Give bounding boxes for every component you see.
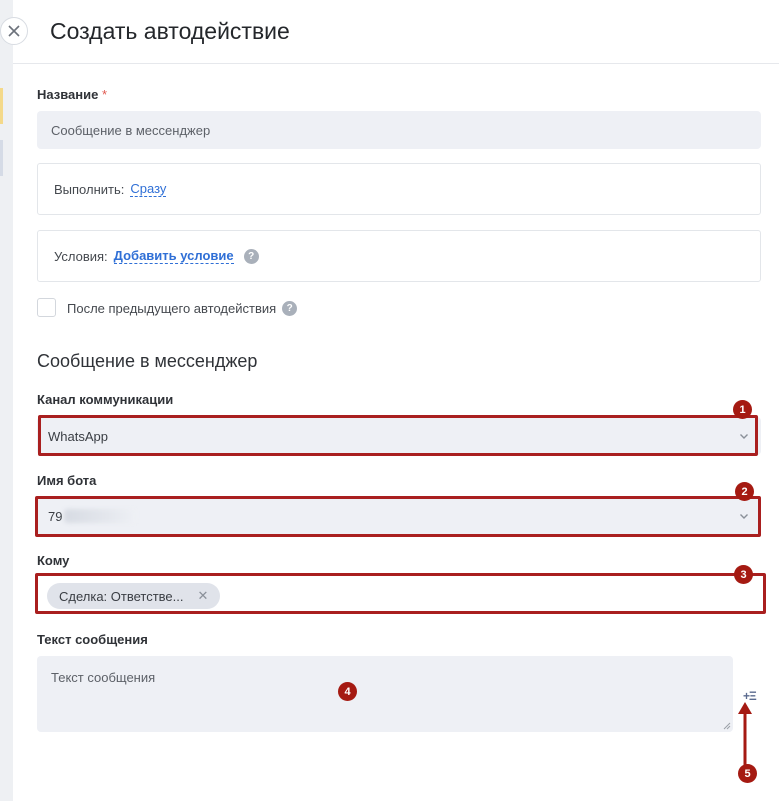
close-icon bbox=[8, 25, 20, 37]
name-label-text: Название bbox=[37, 87, 99, 102]
page-title: Создать автодействие bbox=[50, 18, 290, 44]
execute-label: Выполнить: bbox=[54, 181, 125, 197]
message-label: Текст сообщения bbox=[37, 632, 148, 647]
to-label: Кому bbox=[37, 553, 70, 568]
name-label: Название * bbox=[37, 87, 107, 102]
message-textarea[interactable]: Текст сообщения bbox=[37, 656, 733, 732]
name-input-value: Сообщение в мессенджер bbox=[51, 122, 211, 138]
highlight-frame bbox=[38, 415, 758, 456]
required-mark: * bbox=[102, 87, 108, 102]
annotation-badge: 3 bbox=[734, 565, 753, 584]
strip-marker bbox=[0, 140, 3, 176]
conditions-box: Условия: Добавить условие ? bbox=[37, 230, 761, 282]
annotation-arrow bbox=[738, 702, 752, 766]
message-placeholder: Текст сообщения bbox=[51, 670, 156, 685]
after-previous-label: После предыдущего автодействия ? bbox=[67, 301, 298, 316]
execute-box: Выполнить: Сразу bbox=[37, 163, 761, 215]
highlight-frame bbox=[35, 496, 761, 537]
resize-handle-icon[interactable] bbox=[723, 722, 731, 730]
execute-link[interactable]: Сразу bbox=[130, 181, 167, 197]
annotation-badge: 1 bbox=[733, 400, 752, 419]
name-input[interactable]: Сообщение в мессенджер bbox=[37, 111, 761, 149]
panel-header: Создать автодействие bbox=[13, 0, 779, 64]
section-title: Сообщение в мессенджер bbox=[37, 351, 258, 371]
help-icon[interactable]: ? bbox=[243, 248, 259, 264]
annotation-badge: 2 bbox=[735, 482, 754, 501]
channel-label: Канал коммуникации bbox=[37, 392, 174, 407]
after-previous-checkbox[interactable] bbox=[37, 298, 56, 317]
after-previous-text: После предыдущего автодействия bbox=[67, 301, 277, 316]
help-icon[interactable]: ? bbox=[282, 301, 298, 316]
annotation-badge: 4 bbox=[338, 682, 357, 701]
strip-marker bbox=[0, 88, 3, 124]
highlight-frame bbox=[35, 573, 766, 614]
conditions-label: Условия: bbox=[54, 248, 108, 264]
close-button[interactable] bbox=[0, 17, 28, 45]
left-strip bbox=[0, 0, 13, 801]
bot-label: Имя бота bbox=[37, 473, 97, 488]
add-condition-link[interactable]: Добавить условие bbox=[113, 248, 234, 264]
